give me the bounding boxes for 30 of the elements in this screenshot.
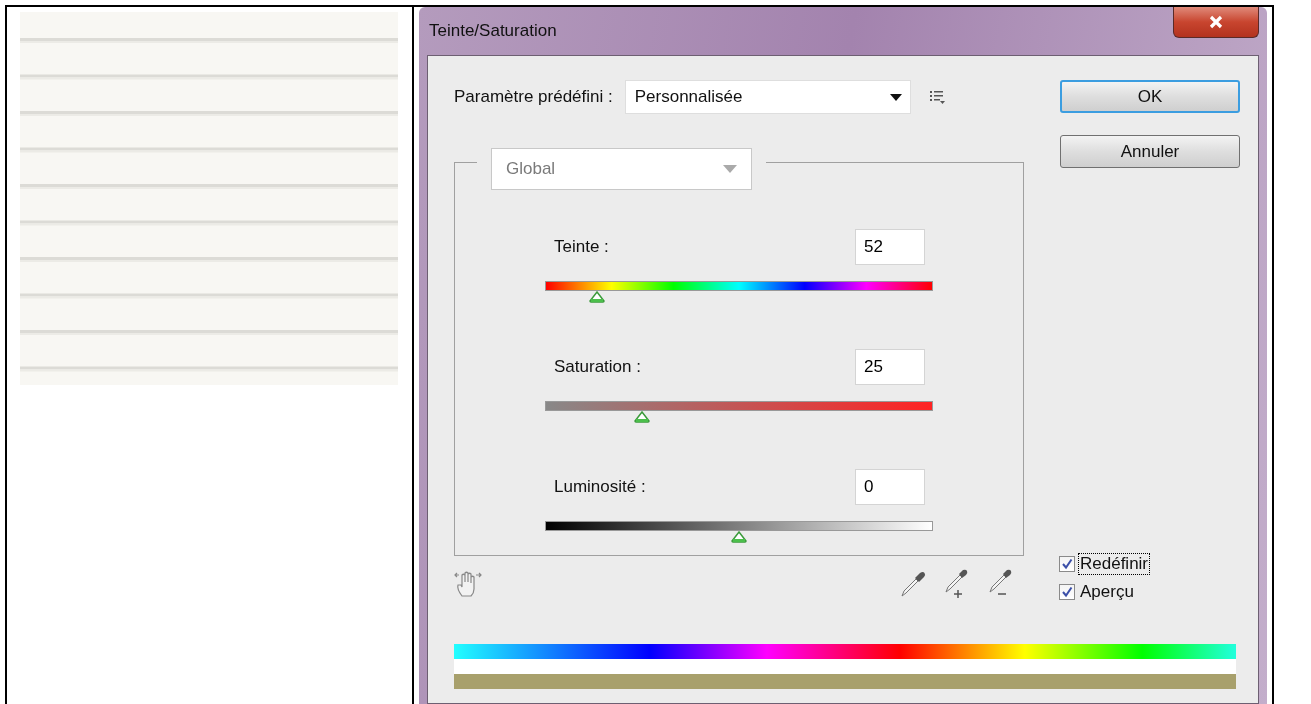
preset-label: Paramètre prédéfini :	[454, 87, 613, 107]
value-field[interactable]: 0	[855, 469, 925, 505]
window-title: Teinte/Saturation	[429, 21, 557, 41]
slider[interactable]	[545, 521, 933, 545]
checkbox[interactable]	[1059, 584, 1075, 600]
checkbox[interactable]	[1059, 556, 1075, 572]
eyedropper-icon[interactable]	[898, 569, 928, 599]
close-icon	[1208, 15, 1224, 29]
checkbox-label[interactable]: Aperçu	[1078, 581, 1136, 603]
list-menu-icon[interactable]	[928, 89, 945, 105]
cancel-button[interactable]: Annuler	[1060, 135, 1240, 168]
ok-button[interactable]: OK	[1060, 80, 1240, 113]
slider[interactable]	[545, 401, 933, 425]
checkbox-label[interactable]: Redéfinir	[1078, 553, 1151, 575]
check-icon	[1061, 558, 1073, 570]
check-icon	[1061, 586, 1073, 598]
caret-icon	[723, 165, 737, 173]
caret-icon	[889, 93, 902, 101]
slider-label: Luminosité :	[554, 477, 646, 497]
preset-dropdown[interactable]: Personnalisée	[624, 80, 911, 114]
value-field[interactable]: 52	[855, 229, 925, 265]
close-button[interactable]	[1173, 7, 1259, 38]
slider-thumb[interactable]	[589, 291, 606, 303]
hand-icon[interactable]	[454, 570, 482, 598]
value-field[interactable]: 25	[855, 349, 925, 385]
slider-thumb[interactable]	[634, 411, 650, 423]
slider-label: Saturation :	[554, 357, 641, 377]
slider[interactable]	[545, 281, 933, 305]
slider-label: Teinte :	[554, 237, 609, 257]
slider-thumb[interactable]	[731, 531, 747, 543]
